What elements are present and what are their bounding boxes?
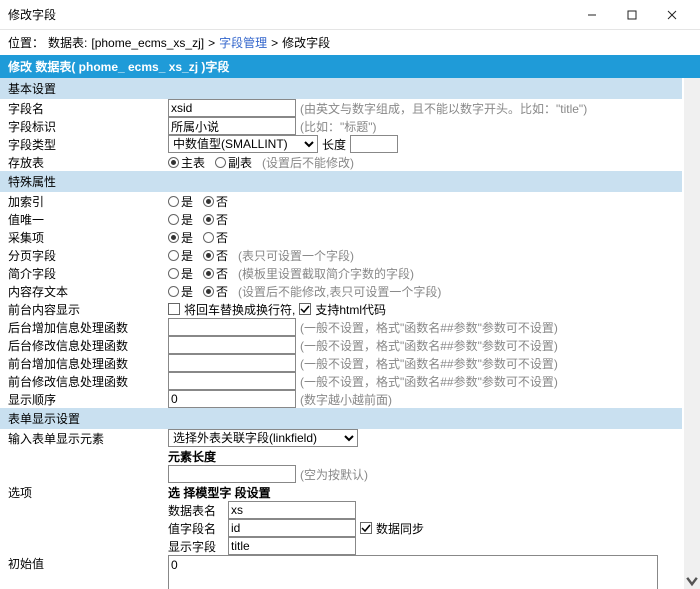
checkbox-sync[interactable] bbox=[360, 522, 372, 534]
breadcrumb: 位置： 数据表: [phome_ecms_xs_zj] > 字段管理 > 修改字… bbox=[0, 30, 700, 55]
initial-textarea[interactable]: 0 bbox=[168, 555, 658, 589]
radio-unique-yes[interactable]: 是 bbox=[168, 211, 193, 228]
radio-collect-no[interactable]: 否 bbox=[203, 229, 228, 246]
hint-fn: (一般不设置，格式"函数名##参数"参数可不设置) bbox=[300, 373, 558, 390]
hint-intro: (模板里设置截取简介字数的字段) bbox=[238, 265, 414, 282]
label-storage: 存放表 bbox=[8, 154, 168, 171]
label-back-add-fn: 后台增加信息处理函数 bbox=[8, 319, 168, 336]
field-type-select[interactable]: 中数值型(SMALLINT) bbox=[168, 135, 318, 153]
checkbox-nl2br[interactable] bbox=[168, 303, 180, 315]
radio-page-no[interactable]: 否 bbox=[203, 247, 228, 264]
section-form: 表单显示设置 bbox=[0, 408, 682, 429]
label-elem-len: 元素长度 bbox=[168, 448, 216, 465]
content-area: 基本设置 字段名 (由英文与数字组成，且不能以数字开头。比如："title") … bbox=[0, 78, 700, 589]
hint-order: (数字越小越前面) bbox=[300, 391, 392, 408]
hint-elem-len: (空为按默认) bbox=[300, 466, 368, 483]
breadcrumb-pos: 位置： bbox=[8, 34, 44, 51]
label-order: 显示顺序 bbox=[8, 391, 168, 408]
page-banner: 修改 数据表( phome_ ecms_ xs_zj )字段 bbox=[0, 55, 700, 78]
radio-sub-table[interactable]: 副表 bbox=[215, 154, 252, 171]
window-title: 修改字段 bbox=[8, 6, 56, 23]
label-index: 加索引 bbox=[8, 193, 168, 210]
elem-len-input[interactable] bbox=[168, 465, 296, 483]
hint-field-mark: (比如："标题") bbox=[300, 118, 377, 135]
radio-unique-no[interactable]: 否 bbox=[203, 211, 228, 228]
radio-intro-no[interactable]: 否 bbox=[203, 265, 228, 282]
label-field-type: 字段类型 bbox=[8, 136, 168, 153]
front-mod-fn-input[interactable] bbox=[168, 372, 296, 390]
close-button[interactable] bbox=[652, 0, 692, 30]
length-input[interactable] bbox=[350, 135, 398, 153]
scrollbar[interactable] bbox=[684, 78, 700, 589]
check-label-html: 支持html代码 bbox=[315, 301, 386, 318]
label-page: 分页字段 bbox=[8, 247, 168, 264]
radio-page-yes[interactable]: 是 bbox=[168, 247, 193, 264]
label-intro: 简介字段 bbox=[8, 265, 168, 282]
label-data-table: 数据表名 bbox=[168, 502, 224, 519]
label-front-mod-fn: 前台修改信息处理函数 bbox=[8, 373, 168, 390]
hint-field-name: (由英文与数字组成，且不能以数字开头。比如："title") bbox=[300, 100, 587, 117]
radio-main-table[interactable]: 主表 bbox=[168, 154, 205, 171]
section-special: 特殊属性 bbox=[0, 171, 682, 192]
label-front-add-fn: 前台增加信息处理函数 bbox=[8, 355, 168, 372]
radio-index-yes[interactable]: 是 bbox=[168, 193, 193, 210]
section-basic: 基本设置 bbox=[0, 78, 682, 99]
label-content: 内容存文本 bbox=[8, 283, 168, 300]
hint-fn: (一般不设置，格式"函数名##参数"参数可不设置) bbox=[300, 355, 558, 372]
label-length: 长度 bbox=[322, 136, 346, 153]
hint-storage: (设置后不能修改) bbox=[262, 154, 354, 171]
label-unique: 值唯一 bbox=[8, 211, 168, 228]
val-field-input[interactable] bbox=[228, 519, 356, 537]
label-input-elem: 输入表单显示元素 bbox=[8, 430, 168, 447]
check-label-sync: 数据同步 bbox=[376, 520, 424, 537]
label-disp-field: 显示字段 bbox=[168, 538, 224, 555]
data-table-input[interactable] bbox=[228, 501, 356, 519]
disp-field-input[interactable] bbox=[228, 537, 356, 555]
back-add-fn-input[interactable] bbox=[168, 318, 296, 336]
minimize-button[interactable] bbox=[572, 0, 612, 30]
label-field-name: 字段名 bbox=[8, 100, 168, 117]
label-collect: 采集项 bbox=[8, 229, 168, 246]
label-sel-model: 选 择模型字 段设置 bbox=[168, 484, 271, 501]
field-name-input[interactable] bbox=[168, 99, 296, 117]
input-elem-select[interactable]: 选择外表关联字段(linkfield) bbox=[168, 429, 358, 447]
label-front-show: 前台内容显示 bbox=[8, 301, 168, 318]
breadcrumb-link-manage[interactable]: 字段管理 bbox=[219, 34, 267, 51]
breadcrumb-sep: > bbox=[271, 36, 278, 50]
checkbox-html[interactable] bbox=[299, 303, 311, 315]
radio-collect-yes[interactable]: 是 bbox=[168, 229, 193, 246]
titlebar: 修改字段 bbox=[0, 0, 700, 30]
hint-content: (设置后不能修改,表只可设置一个字段) bbox=[238, 283, 441, 300]
order-input[interactable] bbox=[168, 390, 296, 408]
maximize-button[interactable] bbox=[612, 0, 652, 30]
scroll-down-icon[interactable] bbox=[684, 573, 700, 589]
field-mark-input[interactable] bbox=[168, 117, 296, 135]
label-val-field: 值字段名 bbox=[168, 520, 224, 537]
radio-intro-yes[interactable]: 是 bbox=[168, 265, 193, 282]
radio-content-no[interactable]: 否 bbox=[203, 283, 228, 300]
radio-content-yes[interactable]: 是 bbox=[168, 283, 193, 300]
hint-fn: (一般不设置，格式"函数名##参数"参数可不设置) bbox=[300, 337, 558, 354]
back-mod-fn-input[interactable] bbox=[168, 336, 296, 354]
label-back-mod-fn: 后台修改信息处理函数 bbox=[8, 337, 168, 354]
breadcrumb-sep: > bbox=[208, 36, 215, 50]
check-label-nl2br: 将回车替换成换行符, bbox=[184, 301, 295, 318]
label-option: 选项 bbox=[8, 484, 168, 501]
hint-fn: (一般不设置，格式"函数名##参数"参数可不设置) bbox=[300, 319, 558, 336]
label-field-mark: 字段标识 bbox=[8, 118, 168, 135]
breadcrumb-table-name: [phome_ecms_xs_zj] bbox=[91, 36, 204, 50]
breadcrumb-current: 修改字段 bbox=[282, 34, 330, 51]
front-add-fn-input[interactable] bbox=[168, 354, 296, 372]
radio-index-no[interactable]: 否 bbox=[203, 193, 228, 210]
breadcrumb-table-label: 数据表: bbox=[48, 34, 87, 51]
label-initial: 初始值 bbox=[8, 555, 168, 572]
hint-page: (表只可设置一个字段) bbox=[238, 247, 354, 264]
